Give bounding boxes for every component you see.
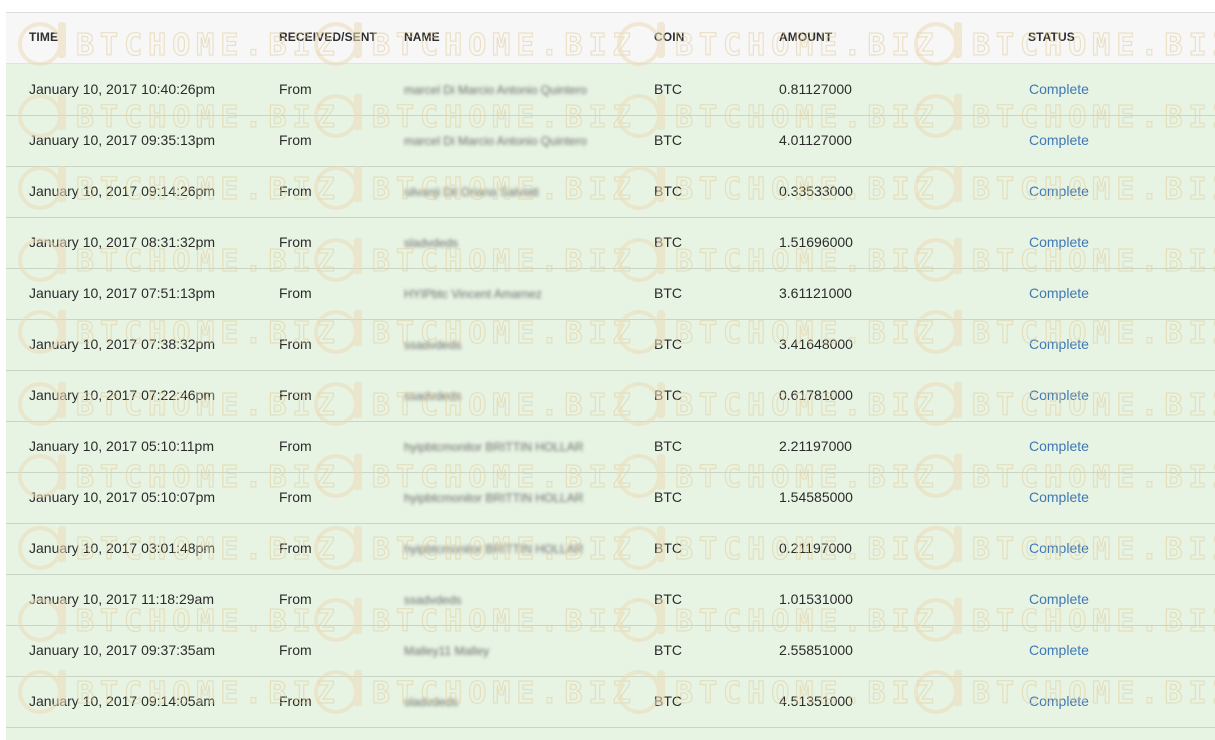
cell-name: sladvdeds (404, 236, 459, 250)
cell-coin: BTC (654, 132, 682, 148)
cell-status[interactable]: Complete (1029, 693, 1089, 709)
cell-direction: From (279, 438, 312, 454)
table-row: January 10, 2017 05:10:11pm From hyipbtcmo… (6, 421, 1215, 473)
cell-time: January 10, 2017 09:35:13pm (29, 132, 216, 148)
cell-time: January 10, 2017 07:22:46pm (29, 387, 216, 403)
cell-amount: 2.55851000 (779, 642, 853, 658)
cell-direction: From (279, 693, 312, 709)
header-coin[interactable]: COIN (654, 30, 684, 44)
cell-direction: From (279, 81, 312, 97)
cell-coin: BTC (654, 336, 682, 352)
cell-name: ssadvdeds (404, 593, 462, 607)
cell-direction: From (279, 387, 312, 403)
table-row: January 10, 2017 09:35:13pm From marcel Di… (6, 115, 1215, 167)
cell-status[interactable]: Complete (1029, 438, 1089, 454)
table-row: January 10, 2017 10:40:26pm From marcel Di… (6, 64, 1215, 116)
table-row: January 10, 2017 08:31:32pm From sladvdeds… (6, 217, 1215, 269)
cell-amount: 0.81127000 (779, 81, 852, 97)
cell-coin: BTC (654, 81, 682, 97)
cell-direction: From (279, 642, 312, 658)
cell-status[interactable]: Complete (1029, 285, 1089, 301)
cell-status[interactable]: Complete (1029, 183, 1089, 199)
cell-amount: 1.54585000 (779, 489, 853, 505)
cell-coin: BTC (654, 438, 682, 454)
cell-direction: From (279, 285, 312, 301)
header-received-sent[interactable]: RECEIVED/SENT (279, 30, 377, 44)
cell-name: ssadvdeds (404, 338, 462, 352)
cell-status[interactable]: Complete (1029, 642, 1089, 658)
cell-amount: 0.61781000 (779, 387, 853, 403)
cell-coin: BTC (654, 642, 682, 658)
table-row: January 10, 2017 07:22:46pm From ssadvdeds… (6, 370, 1215, 422)
cell-amount: 4.51351000 (779, 693, 853, 709)
cell-amount: 1.01531000 (779, 591, 853, 607)
cell-time: January 10, 2017 03:01:48pm (29, 540, 216, 556)
cell-direction: From (279, 591, 312, 607)
cell-amount: 0.33533000 (779, 183, 853, 199)
cell-time: January 10, 2017 11:18:29am (29, 591, 214, 607)
table-row: January 10, 2017 07:38:32pm From ssadvdeds… (6, 319, 1215, 371)
cell-amount: 2.21197000 (779, 438, 852, 454)
cell-direction: From (279, 183, 312, 199)
table-header: TIME RECEIVED/SENT NAME COIN AMOUNT STAT… (6, 13, 1215, 64)
cell-time: January 10, 2017 09:14:05am (29, 693, 216, 709)
table-row: January 10, 2017 09:14:26pm From silvanji … (6, 166, 1215, 218)
table-row: January 10, 2017 07:51:13pm From HYIPbtc V… (6, 268, 1215, 320)
cell-name: hyipbtcmonitor BRITTIN HOLLAR (404, 491, 584, 505)
cell-status[interactable]: Complete (1029, 540, 1089, 556)
table-row: January 10, 2017 09:37:35am From Malley11 … (6, 625, 1215, 677)
cell-status[interactable]: Complete (1029, 387, 1089, 403)
cell-name: marcel Di Marcio Antonio Quintero (404, 134, 587, 148)
cell-status[interactable]: Complete (1029, 234, 1089, 250)
cell-name: Malley11 Malley (404, 644, 490, 658)
cell-coin: BTC (654, 540, 682, 556)
cell-status[interactable]: Complete (1029, 132, 1089, 148)
cell-coin: BTC (654, 285, 682, 301)
cell-name: hyipbtcmonitor BRITTIN HOLLAR (404, 542, 584, 556)
cell-amount: 1.51696000 (779, 234, 853, 250)
cell-time: January 10, 2017 05:10:11pm (29, 438, 214, 454)
transactions-table: TIME RECEIVED/SENT NAME COIN AMOUNT STAT… (6, 12, 1215, 740)
header-time[interactable]: TIME (29, 30, 58, 44)
cell-time: January 10, 2017 09:14:26pm (29, 183, 216, 199)
table-row: January 10, 2017 03:01:48pm From hyipbtcmo… (6, 523, 1215, 575)
cell-time: January 10, 2017 10:40:26pm (29, 81, 216, 97)
cell-coin: BTC (654, 489, 682, 505)
cell-amount: 3.61121000 (779, 285, 852, 301)
cell-status[interactable]: Complete (1029, 81, 1089, 97)
cell-name: sladvdeds (404, 695, 459, 709)
cell-amount: 4.01127000 (779, 132, 852, 148)
cell-coin: BTC (654, 693, 682, 709)
cell-time: January 10, 2017 08:31:32pm (29, 234, 216, 250)
cell-name: silvanji Dil Oriana Salviati (404, 185, 539, 199)
cell-amount: 3.41648000 (779, 336, 853, 352)
cell-amount: 0.21197000 (779, 540, 852, 556)
cell-time: January 10, 2017 07:38:32pm (29, 336, 216, 352)
table-row: January 10, 2017 11:18:29am From ssadvdeds… (6, 574, 1215, 626)
header-name[interactable]: NAME (404, 30, 440, 44)
cell-status[interactable]: Complete (1029, 336, 1089, 352)
cell-name: marcel Di Marcio Antonio Quintero (404, 83, 587, 97)
cell-time: January 10, 2017 07:51:13pm (29, 285, 216, 301)
table-row: January 10, 2017 09:14:05am From sladvdeds… (6, 676, 1215, 728)
cell-coin: BTC (654, 234, 682, 250)
cell-name: hyipbtcmonitor BRITTIN HOLLAR (404, 440, 584, 454)
table-row: January 10, 2017 05:10:07pm From hyipbtcmo… (6, 472, 1215, 524)
cell-coin: BTC (654, 591, 682, 607)
cell-name: HYIPbtc Vincent Amarnez (404, 287, 542, 301)
cell-coin: BTC (654, 387, 682, 403)
cell-status[interactable]: Complete (1029, 489, 1089, 505)
cell-name: ssadvdeds (404, 389, 462, 403)
cell-direction: From (279, 540, 312, 556)
cell-direction: From (279, 234, 312, 250)
cell-direction: From (279, 489, 312, 505)
cell-time: January 10, 2017 05:10:07pm (29, 489, 216, 505)
header-amount[interactable]: AMOUNT (779, 30, 832, 44)
cell-status[interactable]: Complete (1029, 591, 1089, 607)
cell-direction: From (279, 336, 312, 352)
cell-direction: From (279, 132, 312, 148)
header-status[interactable]: STATUS (1028, 30, 1075, 44)
cell-time: January 10, 2017 09:37:35am (29, 642, 216, 658)
cell-coin: BTC (654, 183, 682, 199)
